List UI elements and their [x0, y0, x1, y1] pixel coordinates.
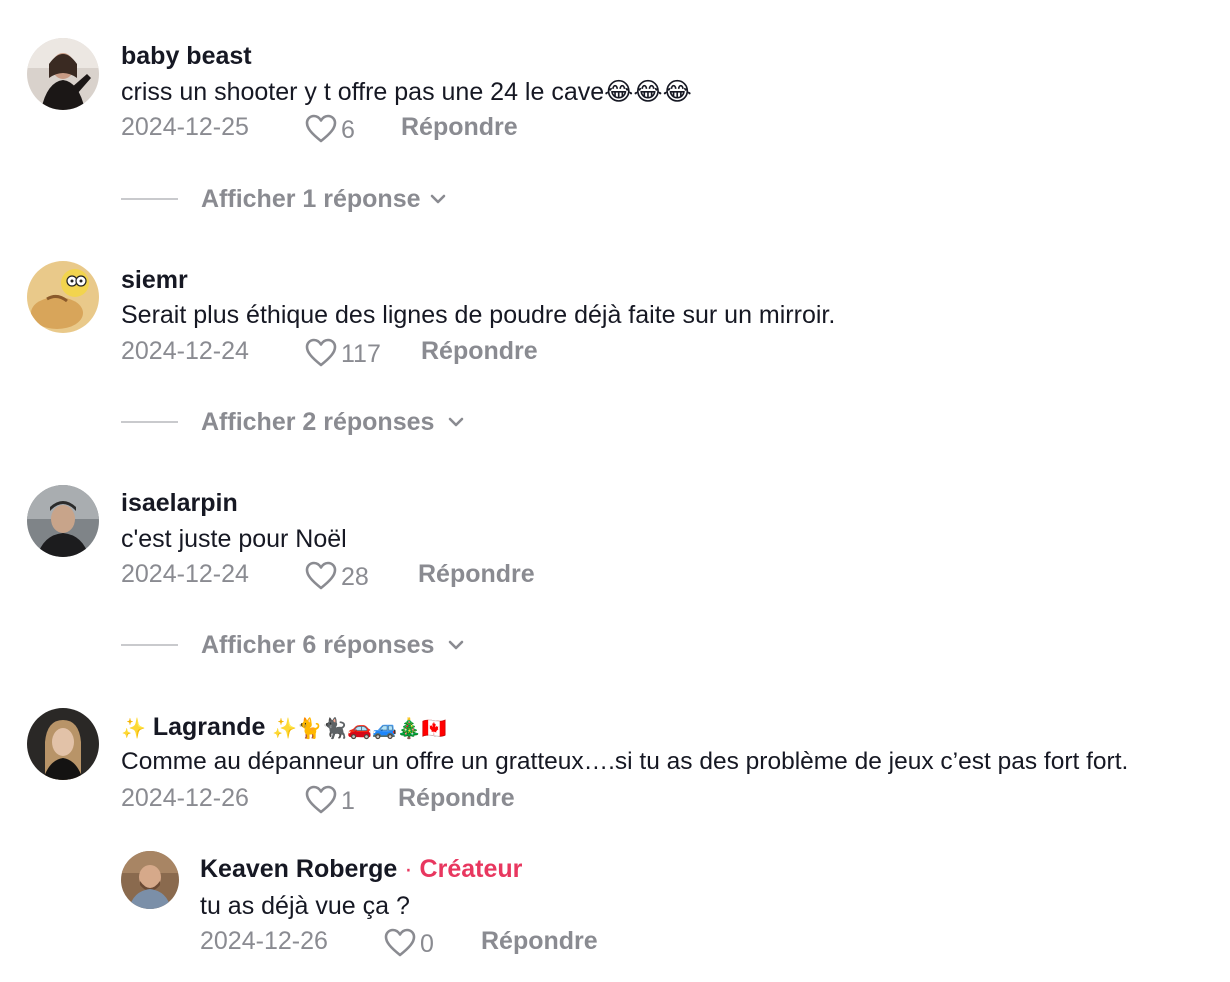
creator-badge: Créateur [419, 855, 523, 883]
divider [121, 198, 178, 200]
avatar[interactable] [121, 851, 179, 909]
like-count: 28 [341, 563, 369, 591]
reply-username[interactable]: Keaven Roberge · Créateur [200, 854, 522, 884]
like-count: 117 [341, 340, 381, 368]
comment-text: criss un shooter y t offre pas une 24 le… [121, 78, 692, 106]
avatar[interactable] [27, 708, 99, 780]
reply-button[interactable]: Répondre [398, 783, 515, 813]
comment-text: c'est juste pour Noël [121, 525, 347, 553]
chevron-down-icon [448, 417, 464, 427]
avatar[interactable] [27, 38, 99, 110]
heart-outline-icon [305, 338, 337, 367]
heart-outline-icon [305, 561, 337, 590]
view-replies-label: Afficher 6 réponses [201, 631, 435, 659]
like-count: 6 [341, 116, 355, 144]
divider [121, 644, 178, 646]
avatar[interactable] [27, 485, 99, 557]
reply-button[interactable]: Répondre [481, 926, 598, 956]
comment-date: 2024-12-24 [121, 337, 249, 365]
view-replies-label: Afficher 2 réponses [201, 408, 435, 436]
reply-date: 2024-12-26 [200, 927, 328, 955]
comment-date: 2024-12-25 [121, 113, 249, 141]
comment-date: 2024-12-26 [121, 784, 249, 812]
comment-date: 2024-12-24 [121, 560, 249, 588]
comment-username[interactable]: isaelarpin [121, 488, 238, 518]
sparkles-emoji: ✨ [121, 716, 146, 740]
reply-button[interactable]: Répondre [401, 112, 518, 142]
heart-outline-icon [384, 928, 416, 957]
view-replies-button[interactable]: Afficher 2 réponses [121, 407, 471, 437]
comment-text: Comme au dépanneur un offre un gratteux…… [121, 748, 1129, 775]
comment-username[interactable]: siemr [121, 265, 188, 295]
comment-username[interactable]: baby beast [121, 41, 252, 71]
reply-text: tu as déjà vue ça ? [200, 892, 410, 920]
like-count: 1 [341, 787, 355, 815]
separator-dot: · [404, 855, 413, 883]
comment-username[interactable]: ✨ Lagrande ✨🐈🐈‍⬛🚗🚙🎄🇨🇦 [121, 712, 447, 743]
view-replies-button[interactable]: Afficher 6 réponses [121, 630, 471, 660]
heart-outline-icon [305, 785, 337, 814]
divider [121, 421, 178, 423]
avatar[interactable] [27, 261, 99, 333]
view-replies-label: Afficher 1 réponse [201, 185, 421, 213]
chevron-down-icon [430, 194, 446, 204]
chevron-down-icon [448, 640, 464, 650]
reply-username-text: Keaven Roberge [200, 855, 398, 883]
reply-button[interactable]: Répondre [418, 559, 535, 589]
comment-username-text: Lagrande [152, 713, 266, 741]
comment-text: Serait plus éthique des lignes de poudre… [121, 301, 836, 329]
reply-button[interactable]: Répondre [421, 336, 538, 366]
username-emojis: ✨🐈🐈‍⬛🚗🚙🎄🇨🇦 [272, 716, 447, 740]
heart-outline-icon [305, 114, 337, 143]
view-replies-button[interactable]: Afficher 1 réponse [121, 184, 451, 214]
like-count: 0 [420, 930, 434, 958]
